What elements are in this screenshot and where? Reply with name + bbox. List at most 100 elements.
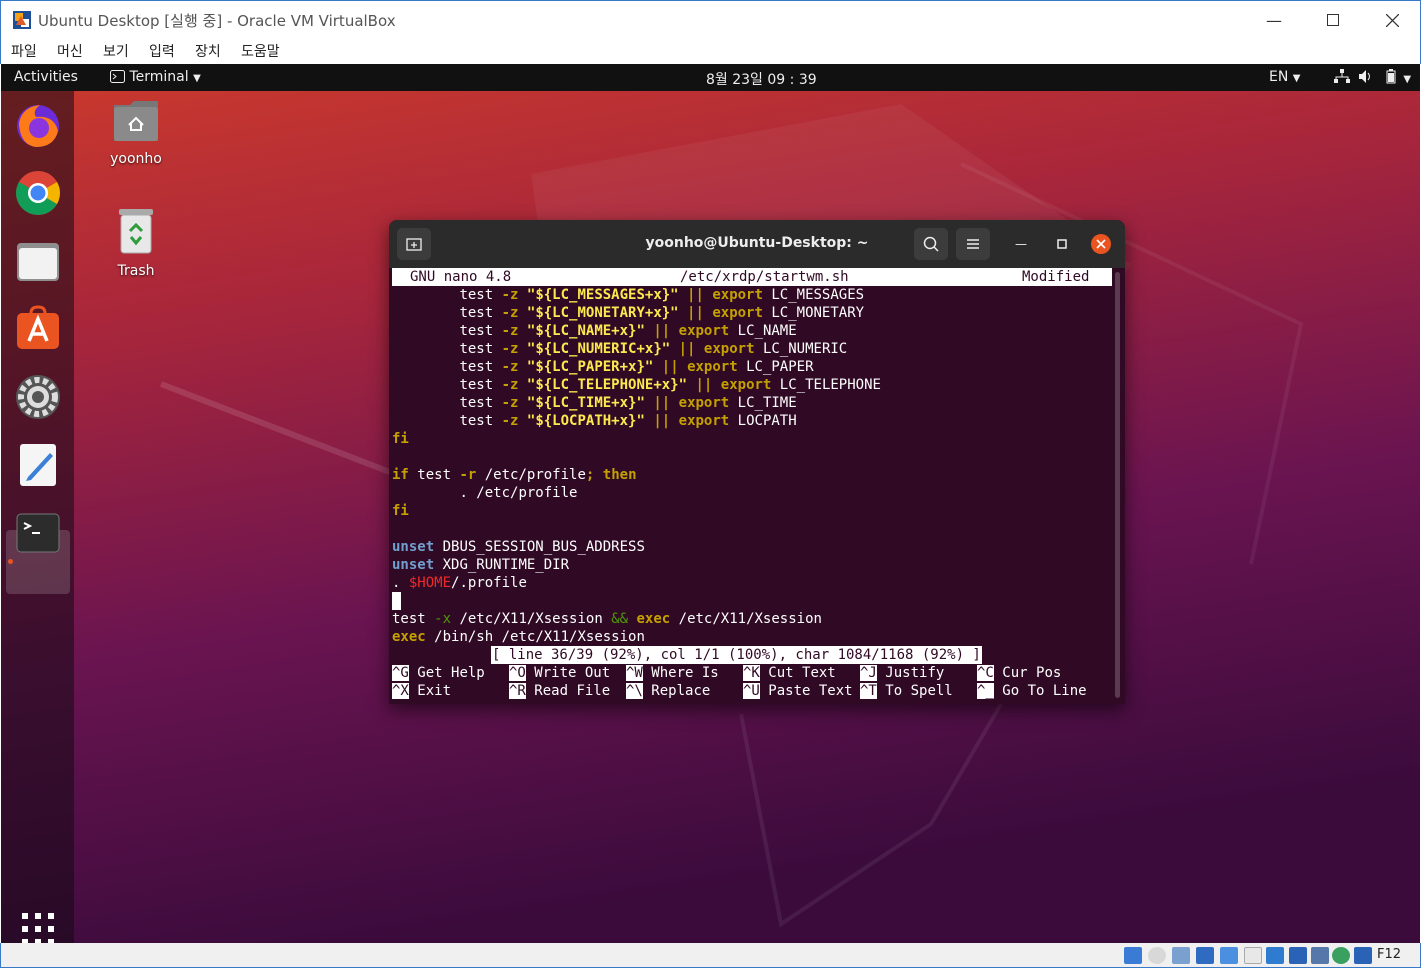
- settings-icon[interactable]: [14, 373, 62, 421]
- code-line: unset DBUS_SESSION_BUS_ADDRESS: [392, 539, 645, 555]
- vbox-menubar: 파일 머신 보기 입력 장치 도움말: [0, 38, 1421, 64]
- recording-status-icon[interactable]: [1289, 947, 1307, 964]
- audio-status-icon[interactable]: [1172, 947, 1190, 964]
- system-menu[interactable]: ▼: [1334, 69, 1411, 86]
- nano-shortcut: ^K Cut Text: [743, 665, 836, 681]
- code-line: . $HOME/.profile: [392, 575, 527, 591]
- menu-help[interactable]: 도움말: [241, 41, 280, 61]
- terminal-minimize-button[interactable]: —: [1011, 234, 1031, 254]
- network-icon: [1334, 69, 1350, 83]
- chrome-icon[interactable]: [14, 169, 62, 217]
- nano-shortcut: ^_ Go To Line: [977, 683, 1087, 699]
- search-button[interactable]: [914, 228, 948, 260]
- code-line: . /etc/profile: [459, 485, 578, 501]
- nano-shortcut: ^T To Spell: [860, 683, 953, 699]
- nano-file-path: /etc/xrdp/startwm.sh: [680, 269, 849, 285]
- cpu-status-icon[interactable]: [1311, 947, 1329, 964]
- env-export-line: test -z "${LC_TELEPHONE+x}" || export LC…: [459, 377, 881, 393]
- search-icon: [923, 236, 939, 252]
- menu-input[interactable]: 입력: [149, 41, 175, 61]
- text-cursor: [392, 592, 401, 610]
- activities-button[interactable]: Activities: [14, 69, 78, 85]
- display-status-icon[interactable]: [1266, 947, 1284, 964]
- mouse-integration-status-icon[interactable]: [1332, 947, 1350, 964]
- clock[interactable]: 8월 23일 09 : 39: [706, 69, 817, 89]
- volume-icon: [1359, 70, 1371, 83]
- software-center-icon[interactable]: [14, 305, 62, 353]
- optical-drive-status-icon[interactable]: [1148, 947, 1166, 964]
- shared-folders-status-icon[interactable]: [1244, 947, 1262, 964]
- nano-editor[interactable]: GNU nano 4.8 /etc/xrdp/startwm.sh Modifi…: [392, 268, 1112, 704]
- harddisk-status-icon[interactable]: [1124, 947, 1142, 964]
- nano-shortcut: ^W Where Is: [626, 665, 719, 681]
- hamburger-icon: [967, 239, 979, 249]
- text-editor-icon[interactable]: [14, 441, 62, 489]
- shortcut-row-1: ^G Get Help ^O Write Out ^W Where Is ^K Cut…: [392, 664, 1112, 682]
- network-status-icon[interactable]: [1196, 947, 1214, 964]
- env-export-line: test -z "${LC_MONETARY+x}" || export LC_…: [459, 305, 865, 321]
- nano-status-message: [ line 36/39 (92%), col 1/1 (100%), char…: [491, 646, 982, 664]
- desktop-trash[interactable]: Trash: [91, 207, 181, 279]
- minimize-icon: —: [1266, 10, 1282, 30]
- nano-shortcut: ^U Paste Text: [743, 683, 853, 699]
- nano-shortcut: ^G Get Help: [392, 665, 485, 681]
- menu-devices[interactable]: 장치: [195, 41, 221, 61]
- nano-shortcut: ^X Exit: [392, 683, 452, 699]
- home-folder-icon: [114, 101, 158, 141]
- minimize-window-button[interactable]: —: [1244, 1, 1304, 39]
- app-menu-terminal[interactable]: Terminal ▼: [110, 69, 201, 85]
- battery-icon: [1386, 69, 1396, 84]
- terminal-icon[interactable]: [14, 509, 62, 557]
- terminal-maximize-button[interactable]: [1052, 234, 1072, 254]
- nano-shortcut: ^O Write Out: [509, 665, 611, 681]
- input-lang-label: EN: [1269, 69, 1289, 85]
- usb-status-icon[interactable]: [1220, 947, 1238, 964]
- nano-header: GNU nano 4.8 /etc/xrdp/startwm.sh Modifi…: [392, 268, 1112, 286]
- dropdown-arrow-icon: ▼: [1292, 73, 1301, 84]
- shortcut-row-2: ^X Exit ^R Read File ^\ Replace ^U Paste Te…: [392, 682, 1112, 700]
- files-icon[interactable]: [14, 237, 62, 285]
- terminal-window[interactable]: yoonho@Ubuntu-Desktop: ~ — GNU nano 4.8 …: [389, 220, 1125, 704]
- code-line: fi: [392, 431, 409, 447]
- menu-file[interactable]: 파일: [11, 41, 37, 61]
- code-line: if test -r /etc/profile; then: [392, 467, 637, 483]
- running-indicator: [8, 559, 13, 564]
- terminal-scrollbar[interactable]: [1115, 272, 1120, 698]
- trash-icon: [119, 209, 153, 254]
- virtualbox-app-icon: [13, 11, 31, 29]
- nano-shortcut: ^R Read File: [509, 683, 611, 699]
- hamburger-menu-button[interactable]: [956, 228, 990, 260]
- code-line: exec /bin/sh /etc/X11/Xsession: [392, 629, 645, 645]
- vbox-statusbar: F12: [0, 943, 1421, 968]
- terminal-close-button[interactable]: [1091, 234, 1111, 254]
- menu-view[interactable]: 보기: [103, 41, 129, 61]
- env-export-block: test -z "${LC_MESSAGES+x}" || export LC_…: [392, 286, 1112, 430]
- guest-display[interactable]: Activities Terminal ▼ 8월 23일 09 : 39 EN …: [1, 64, 1420, 943]
- env-export-line: test -z "${LC_MESSAGES+x}" || export LC_…: [459, 287, 865, 303]
- dropdown-arrow-icon: ▼: [193, 73, 201, 84]
- nano-shortcut: ^C Cur Pos: [977, 665, 1062, 681]
- app-menu-label: Terminal: [129, 69, 189, 85]
- menu-machine[interactable]: 머신: [57, 41, 83, 61]
- terminal-headerbar: yoonho@Ubuntu-Desktop: ~ —: [389, 220, 1125, 268]
- input-source-menu[interactable]: EN ▼: [1269, 69, 1300, 85]
- desktop-home-folder[interactable]: yoonho: [91, 99, 181, 167]
- close-icon: [1385, 13, 1399, 27]
- code-line: fi: [392, 503, 409, 519]
- keyboard-capture-status-icon[interactable]: [1354, 947, 1372, 964]
- env-export-line: test -z "${LC_TIME+x}" || export LC_TIME: [459, 395, 797, 411]
- nano-shortcut: ^J Justify: [860, 665, 945, 681]
- nano-shortcut: ^\ Replace: [626, 683, 711, 699]
- host-key-label: F12: [1377, 947, 1402, 962]
- env-export-line: test -z "${LC_NUMERIC+x}" || export LC_N…: [459, 341, 848, 357]
- gnome-top-bar: Activities Terminal ▼ 8월 23일 09 : 39 EN …: [1, 64, 1420, 91]
- vbox-titlebar: Ubuntu Desktop [실행 중] - Oracle VM Virtua…: [0, 0, 1421, 38]
- dock: [1, 91, 74, 943]
- show-applications-icon[interactable]: [22, 913, 54, 943]
- desktop-trash-label: Trash: [117, 263, 155, 279]
- maximize-window-button[interactable]: [1303, 1, 1363, 39]
- close-window-button[interactable]: [1362, 1, 1421, 39]
- firefox-icon[interactable]: [14, 101, 62, 149]
